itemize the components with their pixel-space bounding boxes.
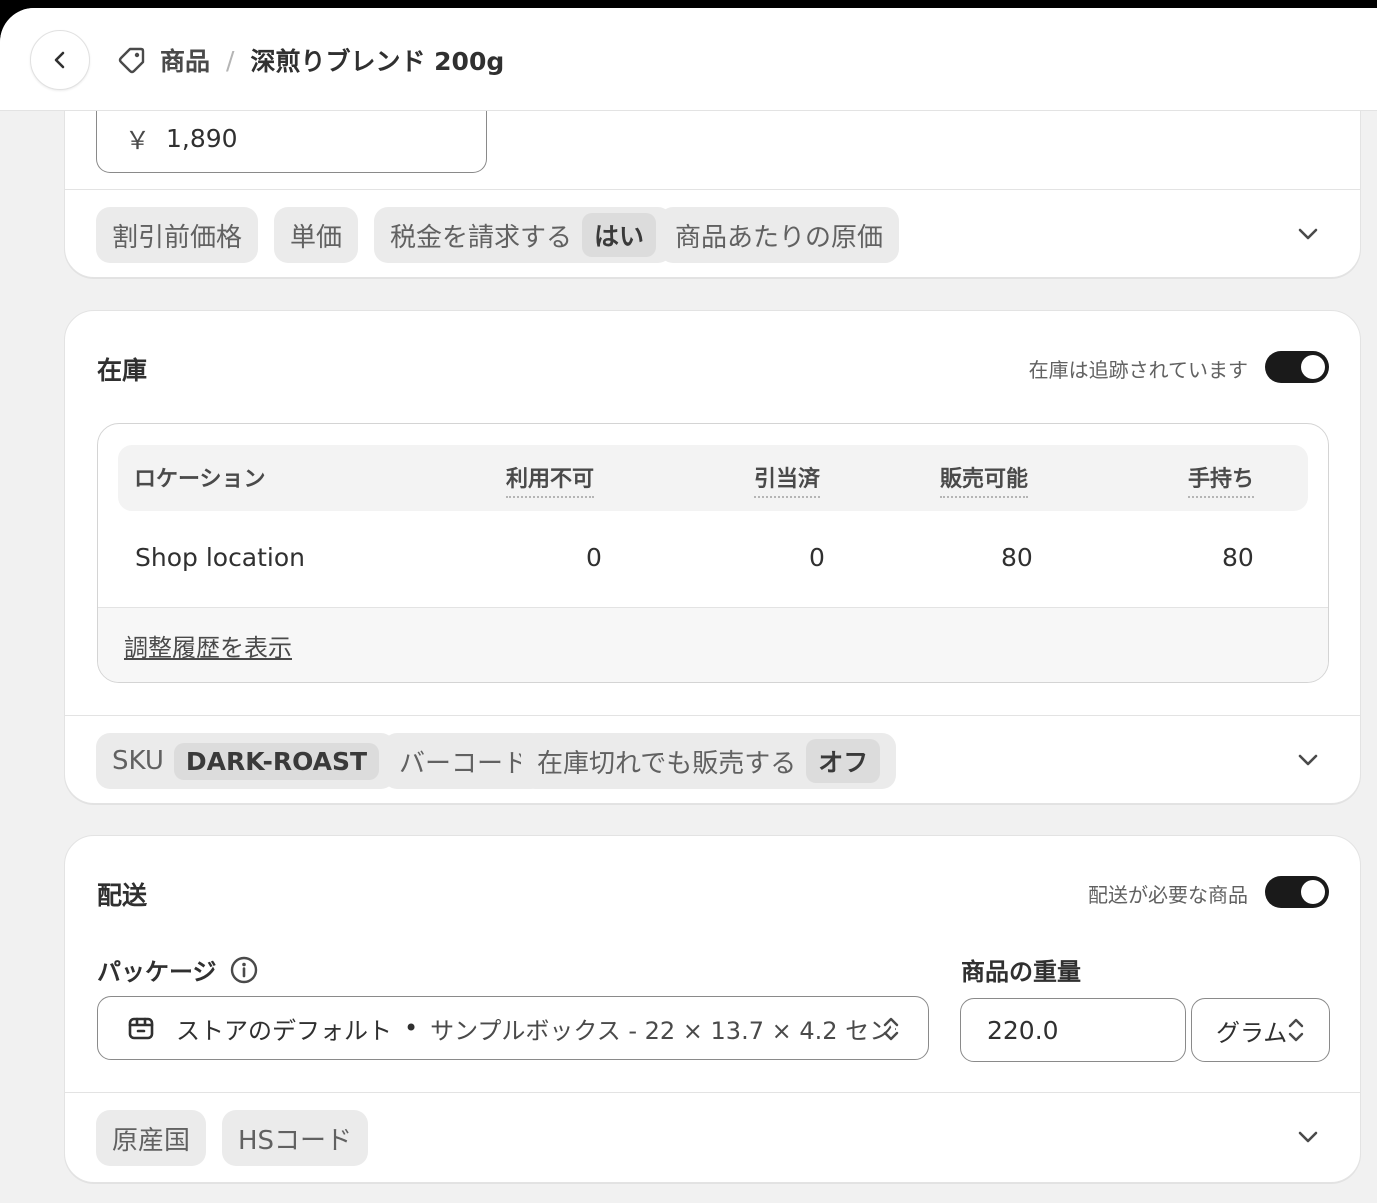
package-label: パッケージ xyxy=(97,952,259,987)
price-input[interactable]: ￥ 1,890 xyxy=(96,105,487,173)
cost-per-item-pill[interactable]: 商品あたりの原価 xyxy=(659,207,900,263)
adjustment-history-link[interactable]: 調整履歴を表示 xyxy=(124,628,292,663)
currency-symbol: ￥ xyxy=(125,125,151,155)
chevron-down-icon[interactable] xyxy=(1295,1124,1321,1150)
shipping-title: 配送 xyxy=(97,881,148,910)
chevron-down-icon[interactable] xyxy=(1295,747,1321,773)
column-header-on-hand[interactable]: 手持ち xyxy=(1188,461,1255,498)
compare-at-price-pill[interactable]: 割引前価格 xyxy=(96,207,259,263)
package-bullet: • xyxy=(404,1014,419,1042)
column-header-committed[interactable]: 引当済 xyxy=(754,461,821,498)
sku-pill[interactable]: SKU DARK-ROAST xyxy=(96,733,396,789)
package-icon xyxy=(128,1017,154,1040)
chevron-left-icon xyxy=(54,51,65,69)
pricing-divider xyxy=(65,189,1360,190)
inventory-tracked-label: 在庫は追跡されています xyxy=(1028,358,1248,382)
pill-label: 単価 xyxy=(290,222,343,253)
inventory-divider xyxy=(65,715,1360,716)
package-select[interactable]: ストアのデフォルト • サンプルボックス - 22 × 13.7 × 4.2 セ… xyxy=(97,996,929,1060)
info-icon[interactable] xyxy=(229,955,259,985)
chevron-down-icon[interactable] xyxy=(1295,221,1321,247)
pill-label: SKU xyxy=(112,746,164,776)
column-header-unavailable[interactable]: 利用不可 xyxy=(506,461,595,498)
pill-label: 商品あたりの原価 xyxy=(675,222,884,253)
breadcrumb: 商品 / 深煎りブレンド 200g xyxy=(116,42,504,78)
package-value-detail: サンプルボックス - 22 × 13.7 × 4.2 センチメートル xyxy=(430,1016,896,1045)
location-cell: Shop location xyxy=(135,543,306,572)
select-arrows-icon xyxy=(883,1017,899,1041)
weight-label: 商品の重量 xyxy=(961,958,1081,986)
shipping-card: 配送 配送が必要な商品 パッケージ ストアのデフォルト • サンプルボックス -… xyxy=(64,835,1361,1183)
price-value: 1,890 xyxy=(166,124,238,153)
column-header-available[interactable]: 販売可能 xyxy=(940,461,1029,498)
inventory-tracked-toggle[interactable] xyxy=(1265,351,1329,383)
package-value-main: ストアのデフォルト xyxy=(176,1016,392,1045)
toggle-knob xyxy=(1301,355,1325,379)
pill-label: 税金を請求する xyxy=(390,222,573,253)
pill-label: 在庫切れでも販売する xyxy=(537,748,797,779)
shipping-required-label: 配送が必要な商品 xyxy=(1088,883,1248,907)
top-bar: 商品 / 深煎りブレンド 200g xyxy=(0,8,1377,111)
package-label-text: パッケージ xyxy=(97,958,217,986)
sku-badge: DARK-ROAST xyxy=(173,742,380,780)
on-hand-cell[interactable]: 80 xyxy=(1222,543,1254,572)
continue-selling-badge: オフ xyxy=(806,739,881,783)
unavailable-cell[interactable]: 0 xyxy=(586,543,602,572)
shipping-required-toggle[interactable] xyxy=(1265,876,1329,908)
continue-selling-pill[interactable]: 在庫切れでも販売する オフ xyxy=(521,733,897,789)
weight-value: 220.0 xyxy=(987,1015,1059,1045)
column-header-location: ロケーション xyxy=(134,467,266,492)
pill-label: バーコード xyxy=(399,748,530,779)
hs-code-pill[interactable]: HSコード xyxy=(222,1110,369,1166)
charge-tax-badge: はい xyxy=(582,213,657,257)
toggle-knob xyxy=(1301,880,1325,904)
committed-cell[interactable]: 0 xyxy=(809,543,825,572)
select-arrows-icon xyxy=(1288,1018,1304,1042)
breadcrumb-parent-link[interactable]: 商品 xyxy=(160,42,210,78)
breadcrumb-separator: / xyxy=(226,45,235,75)
weight-input[interactable]: 220.0 xyxy=(960,998,1186,1062)
app-frame: 商品 / 深煎りブレンド 200g ￥ 1,890 割引前価格 単価 税金を請求… xyxy=(0,8,1377,1203)
pill-label: 割引前価格 xyxy=(112,222,243,253)
country-of-origin-pill[interactable]: 原産国 xyxy=(96,1110,207,1166)
unit-price-pill[interactable]: 単価 xyxy=(274,207,359,263)
tag-icon xyxy=(116,44,148,76)
weight-unit-value: グラム xyxy=(1216,1018,1288,1047)
available-cell[interactable]: 80 xyxy=(1001,543,1033,572)
pill-label: 原産国 xyxy=(112,1125,191,1156)
table-header: ロケーション 利用不可 引当済 販売可能 手持ち xyxy=(118,445,1308,511)
inventory-table: ロケーション 利用不可 引当済 販売可能 手持ち Shop location 0… xyxy=(97,423,1329,683)
table-footer: 調整履歴を表示 xyxy=(98,607,1328,682)
inventory-card: 在庫 在庫は追跡されています ロケーション 利用不可 引当済 販売可能 手持ち … xyxy=(64,310,1361,804)
weight-unit-select[interactable]: グラム xyxy=(1191,998,1330,1062)
pill-label: HSコード xyxy=(238,1125,353,1156)
charge-tax-pill[interactable]: 税金を請求する はい xyxy=(374,207,673,263)
page-title: 深煎りブレンド 200g xyxy=(250,47,505,76)
shipping-divider xyxy=(65,1092,1360,1093)
back-button[interactable] xyxy=(30,30,90,90)
inventory-title: 在庫 xyxy=(97,356,148,385)
